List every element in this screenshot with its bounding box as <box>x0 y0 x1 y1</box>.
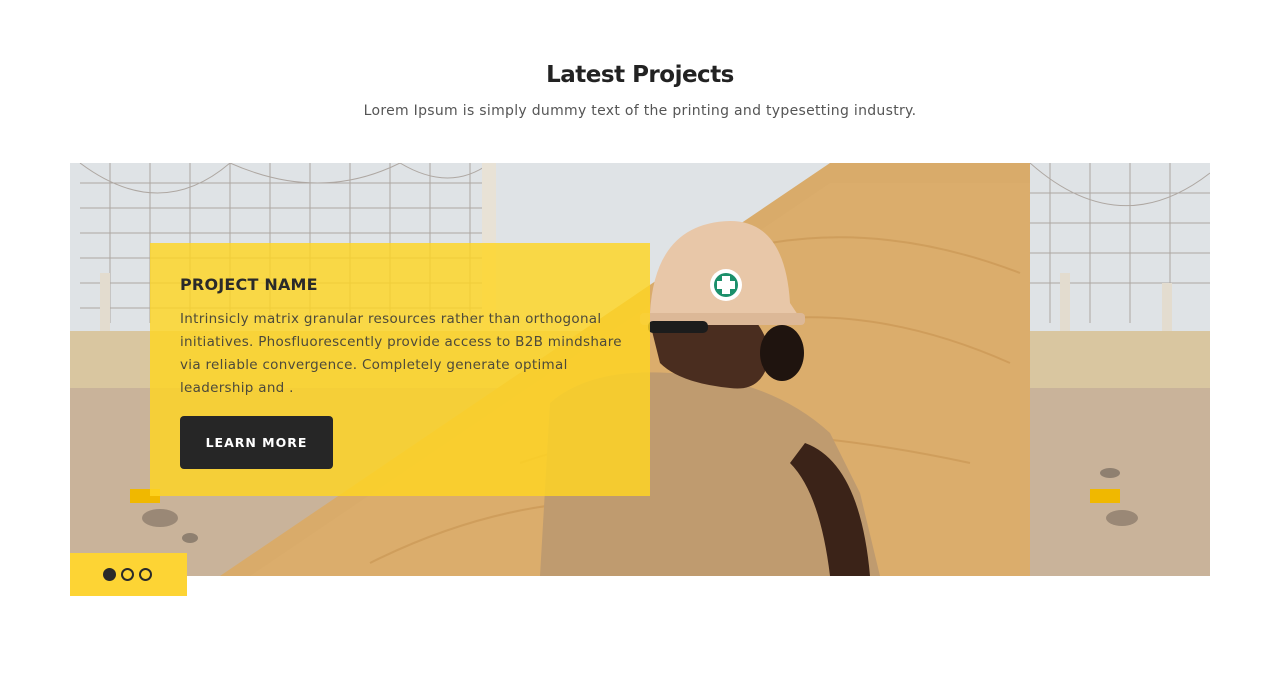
next-slide-photo <box>1030 163 1210 576</box>
project-slide: PROJECT NAME Intrinsicly matrix granular… <box>70 163 1030 576</box>
slider-pagination <box>70 553 187 596</box>
project-slider[interactable]: PROJECT NAME Intrinsicly matrix granular… <box>70 163 1210 576</box>
project-description: Intrinsicly matrix granular resources ra… <box>180 311 622 396</box>
section-title: Latest Projects <box>546 62 734 88</box>
next-slide-preview[interactable] <box>1030 163 1210 576</box>
learn-more-button[interactable]: LEARN MORE <box>180 416 333 469</box>
pagination-dot-3[interactable] <box>139 568 152 581</box>
pagination-dot-2[interactable] <box>121 568 134 581</box>
section-subtitle: Lorem Ipsum is simply dummy text of the … <box>363 103 917 119</box>
project-name: PROJECT NAME <box>180 275 318 294</box>
pagination-dot-1[interactable] <box>103 568 116 581</box>
project-caption: PROJECT NAME Intrinsicly matrix granular… <box>150 243 650 496</box>
